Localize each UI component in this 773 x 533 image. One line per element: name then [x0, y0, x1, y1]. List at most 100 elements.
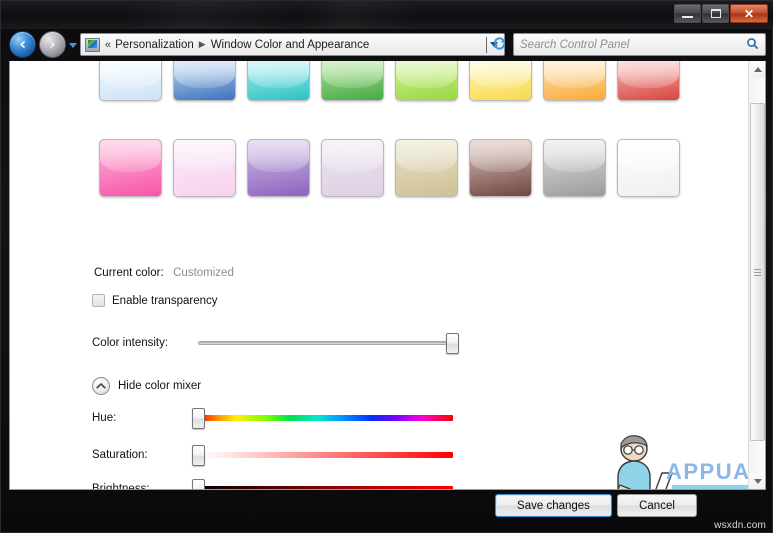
color-intensity-row: Color intensity:	[92, 333, 459, 354]
refresh-icon	[493, 37, 506, 50]
addressbar-divider	[486, 37, 487, 53]
swatch-gloss	[396, 61, 457, 89]
color-swatch-pink[interactable]	[99, 139, 162, 197]
brightness-row: Brightness:	[92, 479, 453, 490]
address-overflow-chevron[interactable]: «	[105, 39, 111, 51]
enable-transparency-row[interactable]: Enable transparency	[92, 294, 217, 307]
saturation-label: Saturation:	[92, 449, 148, 461]
breadcrumb-separator-icon: ▶	[198, 39, 206, 49]
address-bar[interactable]: « Personalization ▶ Window Color and App…	[80, 33, 505, 56]
forward-button[interactable]	[39, 31, 66, 58]
hide-color-mixer-label: Hide color mixer	[118, 380, 202, 392]
watermark-brand: APPUALS	[666, 459, 760, 484]
swatch-gloss	[618, 140, 679, 173]
window-controls: ✕	[674, 4, 768, 23]
hue-label: Hue:	[92, 412, 117, 424]
minimize-button[interactable]	[674, 4, 701, 23]
swatch-gloss	[174, 140, 235, 173]
appuals-watermark: APPUALS TECH HOW-TO'S FROM THE EXPERTS!	[610, 433, 765, 489]
swatch-gloss	[544, 61, 605, 89]
swatch-gloss	[100, 61, 161, 89]
enable-transparency-label: Enable transparency	[112, 294, 218, 307]
settings-pane: Current color: Customized Enable transpa…	[10, 61, 765, 490]
hue-thumb[interactable]	[192, 408, 205, 429]
swatch-gloss	[248, 140, 309, 173]
color-swatch-gray[interactable]	[543, 139, 606, 197]
color-swatch-blue[interactable]	[173, 61, 236, 101]
scrollbar-grip-icon	[754, 267, 761, 278]
back-button[interactable]	[9, 31, 36, 58]
scroll-up-button[interactable]	[749, 61, 765, 78]
close-button[interactable]: ✕	[730, 4, 768, 23]
scrollbar-thumb[interactable]	[750, 103, 765, 441]
color-swatch-light-pink[interactable]	[173, 139, 236, 197]
hue-track[interactable]	[198, 415, 453, 421]
color-swatch-white[interactable]	[617, 139, 680, 197]
hue-slider[interactable]	[192, 408, 453, 429]
color-swatch-khaki[interactable]	[395, 139, 458, 197]
swatch-gloss	[470, 140, 531, 173]
color-swatch-red[interactable]	[617, 61, 680, 101]
current-color-label: Current color:	[94, 267, 164, 279]
control-panel-window: ✕ « Personalization ▶ Window Color and A…	[0, 0, 773, 533]
source-watermark-text: wsxdn.com	[714, 520, 766, 531]
swatch-gloss	[544, 140, 605, 173]
color-swatch-lime[interactable]	[395, 61, 458, 101]
color-swatch-purple[interactable]	[247, 139, 310, 197]
current-color-row: Current color: Customized	[94, 263, 234, 281]
search-input[interactable]: Search Control Panel	[520, 39, 629, 51]
title-bar: ✕	[1, 1, 773, 29]
color-swatch-row-1	[99, 61, 689, 101]
color-swatch-lavender[interactable]	[321, 139, 384, 197]
save-changes-button[interactable]: Save changes	[495, 494, 612, 517]
swatch-gloss	[174, 61, 235, 89]
breadcrumb-window-color[interactable]: Window Color and Appearance	[211, 39, 370, 51]
search-icon	[746, 37, 759, 53]
swatch-gloss	[322, 61, 383, 89]
color-swatch-row-2	[99, 139, 689, 197]
saturation-track[interactable]	[198, 452, 453, 458]
breadcrumb-personalization[interactable]: Personalization	[115, 39, 194, 51]
chevron-up-circle-icon[interactable]	[92, 377, 110, 395]
arrow-left-icon	[20, 40, 25, 49]
personalization-icon	[85, 37, 100, 52]
titlebar-glass-streak-2	[301, 1, 421, 29]
color-intensity-label: Color intensity:	[92, 337, 169, 349]
swatch-gloss	[248, 61, 309, 89]
vertical-scrollbar[interactable]	[748, 61, 765, 489]
swatch-gloss	[322, 140, 383, 173]
hue-row: Hue:	[92, 408, 453, 429]
saturation-row: Saturation:	[92, 445, 453, 466]
swatch-gloss	[100, 140, 161, 173]
saturation-slider[interactable]	[192, 445, 453, 466]
history-dropdown-icon[interactable]	[69, 43, 77, 48]
color-swatch-teal[interactable]	[247, 61, 310, 101]
color-intensity-track[interactable]	[198, 341, 453, 345]
search-box[interactable]: Search Control Panel	[513, 33, 766, 56]
dialog-footer: Save changes Cancel	[9, 490, 766, 526]
swatch-gloss	[618, 61, 679, 89]
saturation-thumb[interactable]	[192, 445, 205, 466]
scroll-down-button[interactable]	[749, 473, 765, 489]
cancel-button[interactable]: Cancel	[617, 494, 697, 517]
titlebar-glass-streak-1	[121, 1, 301, 29]
brightness-slider[interactable]	[192, 479, 453, 489]
navigation-bar: « Personalization ▶ Window Color and App…	[1, 29, 773, 61]
refresh-button[interactable]	[492, 36, 507, 56]
brightness-thumb[interactable]	[192, 479, 205, 489]
color-swatch-yellow[interactable]	[469, 61, 532, 101]
color-swatch-sky[interactable]	[99, 61, 162, 101]
color-intensity-thumb[interactable]	[446, 333, 459, 354]
color-swatch-green[interactable]	[321, 61, 384, 101]
color-swatch-orange[interactable]	[543, 61, 606, 101]
swatch-gloss	[470, 61, 531, 89]
brightness-label: Brightness:	[92, 483, 150, 490]
maximize-restore-button[interactable]	[702, 4, 729, 23]
swatch-gloss	[396, 140, 457, 173]
color-swatch-brown[interactable]	[469, 139, 532, 197]
content-pane: Current color: Customized Enable transpa…	[9, 61, 766, 490]
enable-transparency-checkbox[interactable]	[92, 294, 105, 307]
current-color-value: Customized	[173, 267, 234, 279]
hide-color-mixer-toggle[interactable]: Hide color mixer	[92, 377, 201, 395]
color-intensity-slider[interactable]	[198, 333, 459, 354]
